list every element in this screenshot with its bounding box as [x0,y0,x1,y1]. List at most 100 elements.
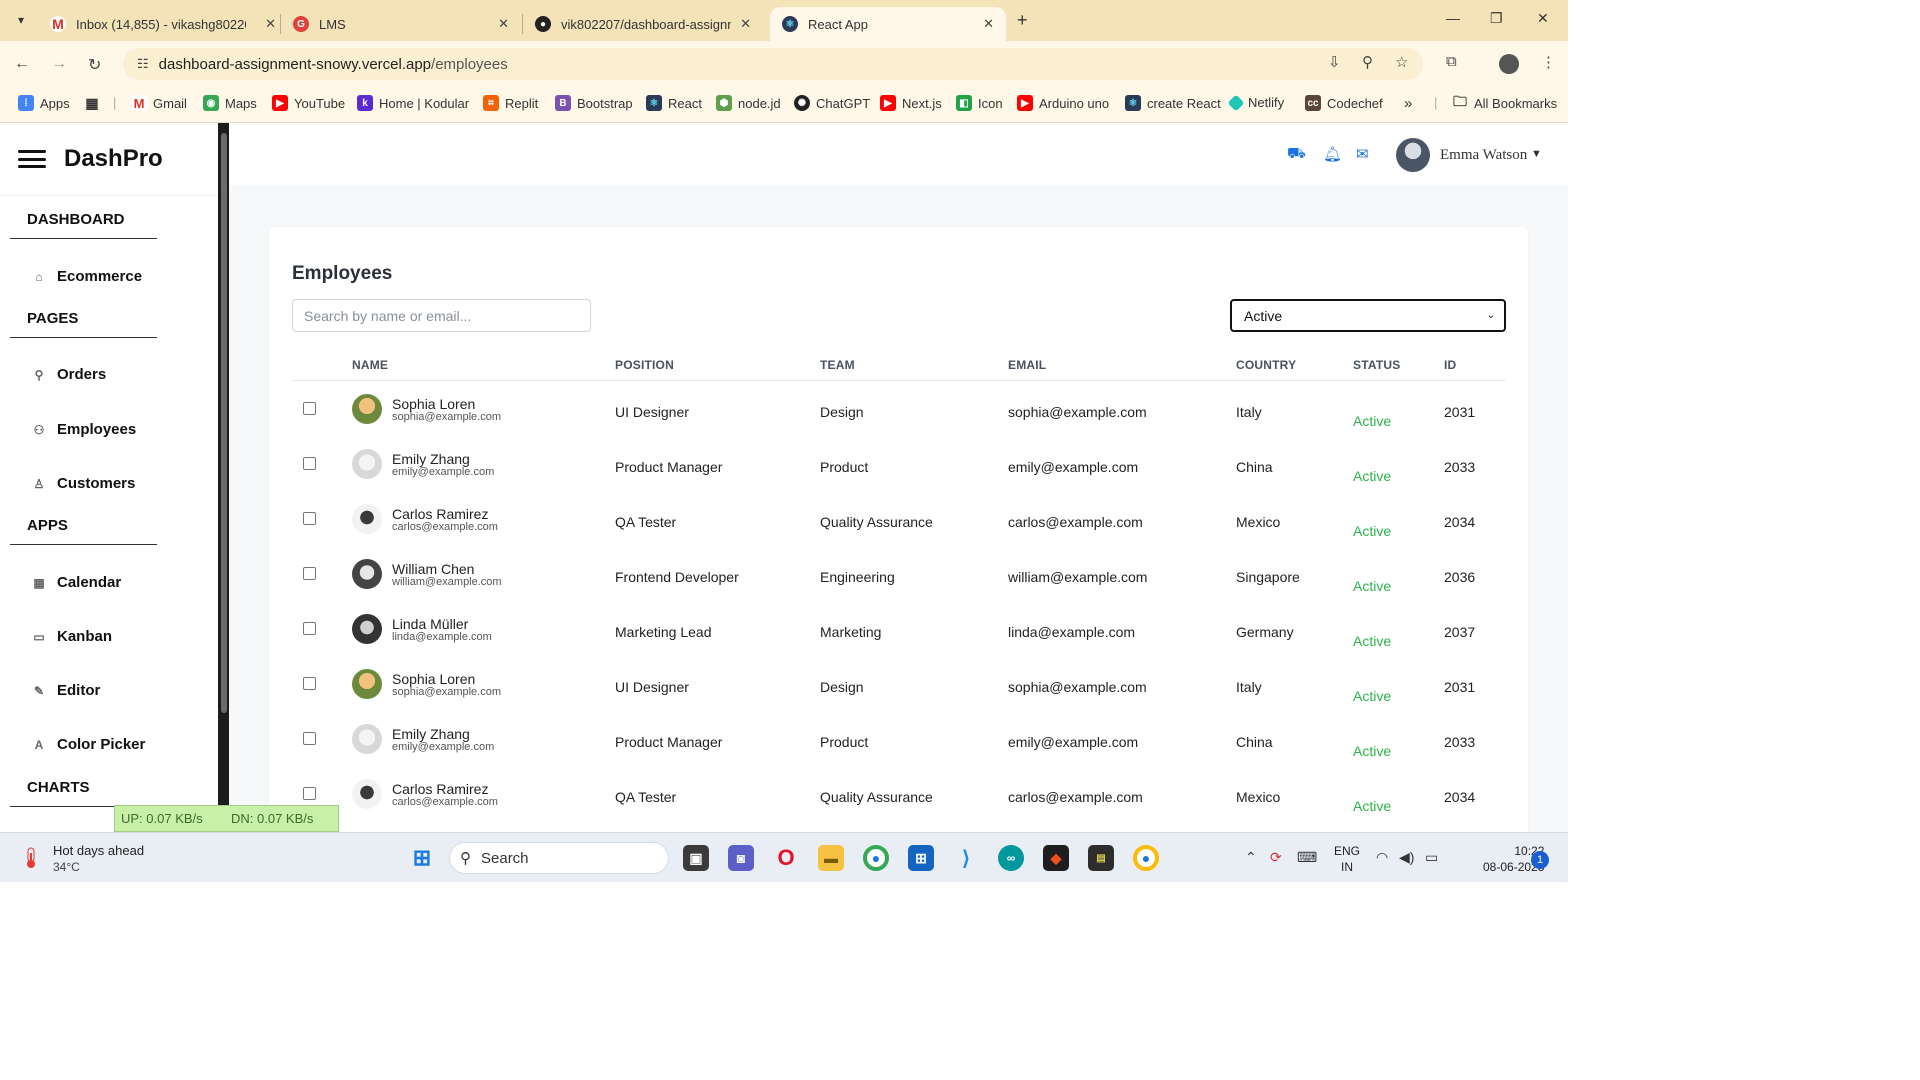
restore-icon[interactable]: ❐ [1490,10,1503,27]
row-checkbox[interactable] [303,512,316,525]
bookmark-apps[interactable]: ⁞ Apps [18,95,70,111]
row-checkbox[interactable] [303,457,316,470]
bookmark-nextjs[interactable]: ▶ Next.js [880,95,942,111]
tab-gmail[interactable]: M Inbox (14,855) - vikashg802207 ✕ [38,7,288,41]
bookmark-tabgroups[interactable]: ▦ [84,95,106,111]
column-header-id[interactable]: ID [1444,358,1456,372]
column-header-status[interactable]: STATUS [1353,358,1400,372]
wifi-icon[interactable]: ◠ [1376,849,1388,866]
chrome-icon[interactable]: ● [863,845,889,871]
bookmark-codechef[interactable]: cc Codechef [1305,95,1383,111]
sidebar-item-color-picker[interactable]: A Color Picker [32,736,146,753]
column-header-email[interactable]: EMAIL [1008,358,1046,372]
column-header-team[interactable]: TEAM [820,358,855,372]
cart-icon[interactable]: ⛟ [1287,145,1306,164]
row-checkbox[interactable] [303,622,316,635]
bookmark-youtube[interactable]: ▶ YouTube [272,95,345,111]
thermometer-icon[interactable] [22,847,40,869]
row-checkbox[interactable] [303,402,316,415]
figma-icon[interactable]: ◆ [1043,845,1069,871]
bookmark-chatgpt[interactable]: ✺ ChatGPT [794,95,870,111]
sidebar-item-employees[interactable]: ⚇ Employees [32,421,137,438]
bookmark-star-icon[interactable]: ☆ [1395,53,1408,71]
bookmark-gmail[interactable]: M Gmail [131,95,187,111]
bookmark-react[interactable]: ⚛ React [646,95,702,111]
chevron-down-icon[interactable]: ▼ [1531,148,1542,160]
scrollbar-thumb[interactable] [221,133,227,713]
chrome-profile-icon[interactable]: ● [1133,845,1159,871]
minimize-icon[interactable]: — [1446,10,1460,26]
cell-team: Marketing [820,624,882,640]
bookmark-bootstrap[interactable]: B Bootstrap [555,95,633,111]
speaker-icon[interactable]: ◀) [1399,849,1414,866]
bookmark-icon[interactable]: ◧ Icon [956,95,1003,111]
chevron-up-icon[interactable]: ⌃ [1245,849,1257,866]
vscode-icon[interactable]: ⟩ [953,845,979,871]
new-tab-icon[interactable]: + [1017,10,1028,31]
mail-icon[interactable]: ✉ [1356,145,1369,163]
user-name[interactable]: Emma Watson [1440,147,1527,164]
column-header-name[interactable]: NAME [352,358,388,372]
battery-icon[interactable]: ▭ [1425,849,1438,866]
row-checkbox[interactable] [303,732,316,745]
search-input[interactable] [292,299,591,332]
sidebar-item-kanban[interactable]: ▭ Kanban [32,628,112,645]
bookmark-netlify[interactable]: Netlify [1227,94,1284,111]
sync-icon[interactable]: ⟳ [1270,849,1282,866]
profile-avatar[interactable] [1499,54,1519,74]
bookmark-kodular[interactable]: k Home | Kodular [357,95,469,111]
window-close-icon[interactable]: ✕ [1537,10,1549,27]
forward-icon[interactable]: → [51,55,67,73]
weather-title[interactable]: Hot days ahead [53,843,144,858]
sidebar-item-calendar[interactable]: ▦ Calendar [32,574,121,591]
sidebar-item-ecommerce[interactable]: ⌂ Ecommerce [32,268,142,285]
bookmark-maps[interactable]: ◉ Maps [203,95,257,111]
sidebar-item-orders[interactable]: ⚲ Orders [32,366,107,383]
language-indicator[interactable]: ENG IN [1334,843,1360,875]
taskbar-search[interactable]: ⚲ Search [449,842,669,874]
column-header-country[interactable]: COUNTRY [1236,358,1296,372]
file-explorer-icon[interactable]: ▬ [818,845,844,871]
task-view-icon[interactable]: ▣ [683,845,709,871]
close-icon[interactable]: ✕ [740,16,751,32]
close-icon[interactable]: ✕ [265,16,276,32]
column-header-position[interactable]: POSITION [615,358,674,372]
menu-hamburger-icon[interactable] [18,150,46,168]
bookmark-nodejs[interactable]: ⬢ node.jd [716,95,781,111]
row-checkbox[interactable] [303,567,316,580]
install-app-icon[interactable]: ⇩ [1328,53,1341,71]
site-info-icon[interactable]: ☷ [137,56,149,72]
tab-github[interactable]: ● vik802207/dashboard-assignme ✕ [523,7,763,41]
address-bar[interactable]: ☷ dashboard-assignment-snowy.vercel.app /… [123,48,1423,80]
extensions-icon[interactable]: ⧉ [1446,53,1457,70]
close-icon[interactable]: ✕ [498,16,509,32]
tab-search-button[interactable]: ▾ [8,8,34,32]
notification-badge[interactable]: 1 [1531,851,1549,869]
more-bookmarks-icon[interactable]: » [1404,95,1412,112]
sidebar-item-customers[interactable]: ♙ Customers [32,475,136,492]
bell-icon[interactable]: 🔔︎ [1323,145,1342,163]
all-bookmarks[interactable]: 🗀 All Bookmarks [1452,93,1557,111]
row-checkbox[interactable] [303,677,316,690]
tab-lms[interactable]: G LMS ✕ [281,7,521,41]
row-checkbox[interactable] [303,787,316,800]
zoom-icon[interactable]: ⚲ [1362,53,1373,71]
app-icon[interactable]: ▤ [1088,845,1114,871]
status-filter-select[interactable]: Active ⌄ [1230,299,1506,332]
windows-start-icon[interactable]: ⊞ [409,845,435,871]
menu-dots-icon[interactable]: ⋮ [1541,53,1556,71]
bookmark-replit[interactable]: ⌗ Replit [483,95,538,111]
teams-icon[interactable]: ◙ [728,845,754,871]
bookmark-arduino[interactable]: ▶ Arduino uno [1017,95,1109,111]
keyboard-icon[interactable]: ⌨ [1297,849,1317,866]
opera-icon[interactable]: O [773,845,799,871]
store-icon[interactable]: ⊞ [908,845,934,871]
back-icon[interactable]: ← [14,55,30,73]
tab-react-app[interactable]: ⚛ React App ✕ [770,7,1006,41]
avatar[interactable] [1396,138,1430,172]
sidebar-item-editor[interactable]: ✎ Editor [32,682,100,699]
bookmark-create-react[interactable]: ⚛ create React [1125,95,1221,111]
close-icon[interactable]: ✕ [983,16,994,32]
arduino-icon[interactable]: ∞ [998,845,1024,871]
reload-icon[interactable]: ↻ [88,55,101,75]
